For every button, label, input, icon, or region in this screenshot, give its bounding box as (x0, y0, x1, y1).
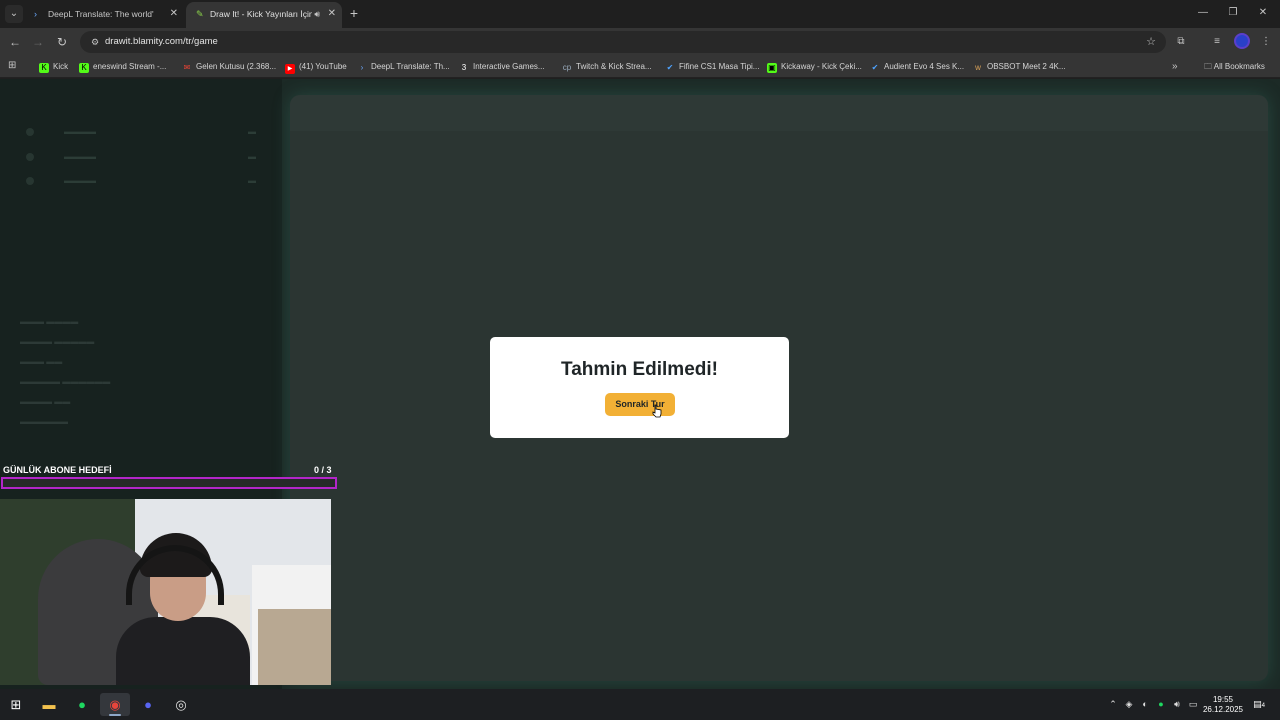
kick-icon: K (39, 63, 49, 73)
tab-search-icon[interactable]: ⌄ (5, 5, 23, 23)
back-icon[interactable]: ← (6, 33, 24, 51)
close-window-icon[interactable]: ✕ (1248, 4, 1278, 22)
more-bookmarks-icon[interactable]: » (1172, 59, 1178, 75)
subscriber-goal-count: 0 / 3 (314, 465, 332, 475)
address-bar[interactable]: ⚙ drawit.blamity.com/tr/game ☆ (80, 31, 1166, 53)
minimize-icon[interactable]: — (1188, 4, 1218, 22)
spotify-icon[interactable]: ● (67, 693, 97, 716)
extensions-icon[interactable]: ⧉ (1173, 34, 1189, 50)
check-icon: ✔ (666, 63, 674, 72)
drawit-icon: ✎ (196, 9, 204, 19)
apps-grid-icon[interactable]: ⊞ (8, 60, 20, 72)
next-round-button[interactable]: Sonraki Tur (605, 393, 675, 416)
clock[interactable]: 19:55 26.12.2025 (1200, 695, 1246, 715)
file-explorer-icon[interactable]: ▬ (34, 693, 64, 716)
profile-avatar[interactable] (1234, 33, 1250, 49)
volume-icon[interactable]: 🔊︎ (1170, 697, 1184, 711)
youtube-icon: ▶ (285, 64, 295, 74)
subscriber-goal-label: GÜNLÜK ABONE HEDEFİ (3, 465, 112, 475)
bookmark-kick[interactable]: K Kick (39, 59, 68, 75)
restore-icon[interactable]: ❐ (1218, 4, 1248, 22)
bookmark-interactive-games[interactable]: 3 Interactive Games... (459, 59, 545, 75)
bookmark-deepl[interactable]: › DeepL Translate: Th... (357, 59, 450, 75)
canvas-header (290, 95, 1268, 131)
games-icon: 3 (461, 63, 467, 72)
forward-icon[interactable]: → (29, 33, 47, 51)
bookmark-kickaway[interactable]: ▣ Kickaway - Kick Çeki... (767, 59, 862, 75)
discord-tray-icon[interactable]: ◐ (1138, 697, 1152, 711)
close-icon[interactable]: ✕ (170, 2, 178, 26)
steam-icon[interactable]: ◈ (1122, 697, 1136, 711)
game-page: ▬▬▬▬ ▬ ▬▬▬▬ ▬ ▬▬▬▬ ▬ ▬▬▬ ▬▬▬▬ ▬▬▬▬ ▬▬▬▬▬ ▬▬… (0, 79, 1280, 689)
gmail-icon: ✉ (183, 63, 191, 72)
close-icon[interactable]: ✕ (328, 2, 336, 26)
site-info-icon[interactable]: ⚙ (87, 34, 103, 50)
chat-line: ▬▬▬ ▬▬ (20, 357, 63, 366)
bookmark-twitch-kick[interactable]: cp Twitch & Kick Strea... (562, 59, 652, 75)
chat-line: ▬▬▬▬ ▬▬ (20, 397, 71, 406)
kick-icon: K (79, 63, 89, 73)
clock-date: 26.12.2025 (1202, 705, 1244, 714)
url-text[interactable]: drawit.blamity.com/tr/game (105, 31, 218, 53)
clock-time: 19:55 (1212, 695, 1234, 704)
modal-title: Tahmin Edilmedi! (561, 359, 718, 380)
chat-line: ▬▬▬▬▬ ▬▬▬▬▬▬ (20, 377, 111, 386)
bookmark-star-icon[interactable]: ☆ (1146, 31, 1156, 53)
bookmark-eneswind[interactable]: Keneswind Stream -... (79, 59, 166, 75)
windows-start-icon[interactable]: ⊞ (1, 693, 31, 716)
chat-line: ▬▬▬▬▬▬ (20, 417, 68, 426)
round-result-modal: Tahmin Edilmedi! Sonraki Tur (490, 337, 789, 438)
bookmark-gmail[interactable]: ✉ Gelen Kutusu (2.368... (182, 59, 276, 75)
chat-line: ▬▬▬▬ ▬▬▬▬▬ (20, 337, 95, 346)
windows-taskbar: ⊞ ▬ ● ◉ ● ◎ ⌃ ◈ ◐ ● 🔊︎ ▭ 19:55 26.12.202… (0, 689, 1280, 720)
spotify-tray-icon[interactable]: ● (1154, 697, 1168, 711)
kickaway-icon: ▣ (767, 63, 777, 73)
check-icon: ✔ (871, 63, 879, 72)
webcam-feed (0, 499, 331, 685)
folder-icon: 🗀︎ (1204, 62, 1214, 71)
tab-drawit[interactable]: ✎ Draw It! - Kick Yayınları İçin 🔊︎ ✕ (186, 2, 342, 28)
chat-line: ▬▬▬ ▬▬▬▬ (20, 317, 79, 326)
bookmarks-bar: ⊞ K Kick Keneswind Stream -... ✉ Gelen Kut… (0, 56, 1280, 78)
subscriber-goal-progress (1, 477, 337, 489)
tab-deepl[interactable]: › DeepL Translate: The world's m ✕ (24, 2, 184, 28)
cp-icon: cp (562, 63, 572, 72)
deepl-icon: › (34, 9, 37, 19)
bookmark-audient[interactable]: ✔ Audient Evo 4 Ses K... (870, 59, 964, 75)
bookmark-fifine[interactable]: ✔ Fifine CS1 Masa Tipi... (665, 59, 760, 75)
obs-icon[interactable]: ◎ (166, 693, 196, 716)
reload-icon[interactable]: ↻ (53, 33, 71, 51)
speaker-icon[interactable]: 🔊︎ (314, 2, 320, 26)
tab-strip: ⌄ › DeepL Translate: The world's m ✕ ✎ D… (0, 0, 1280, 28)
browser-toolbar: ← → ↻ ⚙ drawit.blamity.com/tr/game ☆ ⧉ ≡… (0, 28, 1280, 56)
tray-overflow-icon[interactable]: ⌃ (1106, 697, 1120, 711)
bookmark-youtube[interactable]: ▶ (41) YouTube (285, 59, 347, 75)
media-control-icon[interactable]: ≡ (1209, 34, 1225, 50)
network-icon[interactable]: ▭ (1186, 697, 1200, 711)
all-bookmarks-button[interactable]: 🗀︎ All Bookmarks (1204, 59, 1265, 75)
tab-title: Draw It! - Kick Yayınları İçin (210, 9, 312, 19)
new-tab-button[interactable]: + (345, 4, 363, 22)
tab-title: DeepL Translate: The world's m (48, 9, 154, 19)
obsbot-icon: w (975, 63, 981, 72)
bookmark-obsbot[interactable]: w OBSBOT Meet 2 4K... (973, 59, 1065, 75)
chrome-icon[interactable]: ◉ (100, 693, 130, 716)
deepl-icon: › (360, 63, 364, 72)
notification-icon[interactable]: ▤4 (1252, 697, 1266, 711)
mouse-cursor-icon (652, 404, 662, 418)
discord-icon[interactable]: ● (133, 693, 163, 716)
menu-icon[interactable]: ⋮ (1258, 34, 1274, 50)
